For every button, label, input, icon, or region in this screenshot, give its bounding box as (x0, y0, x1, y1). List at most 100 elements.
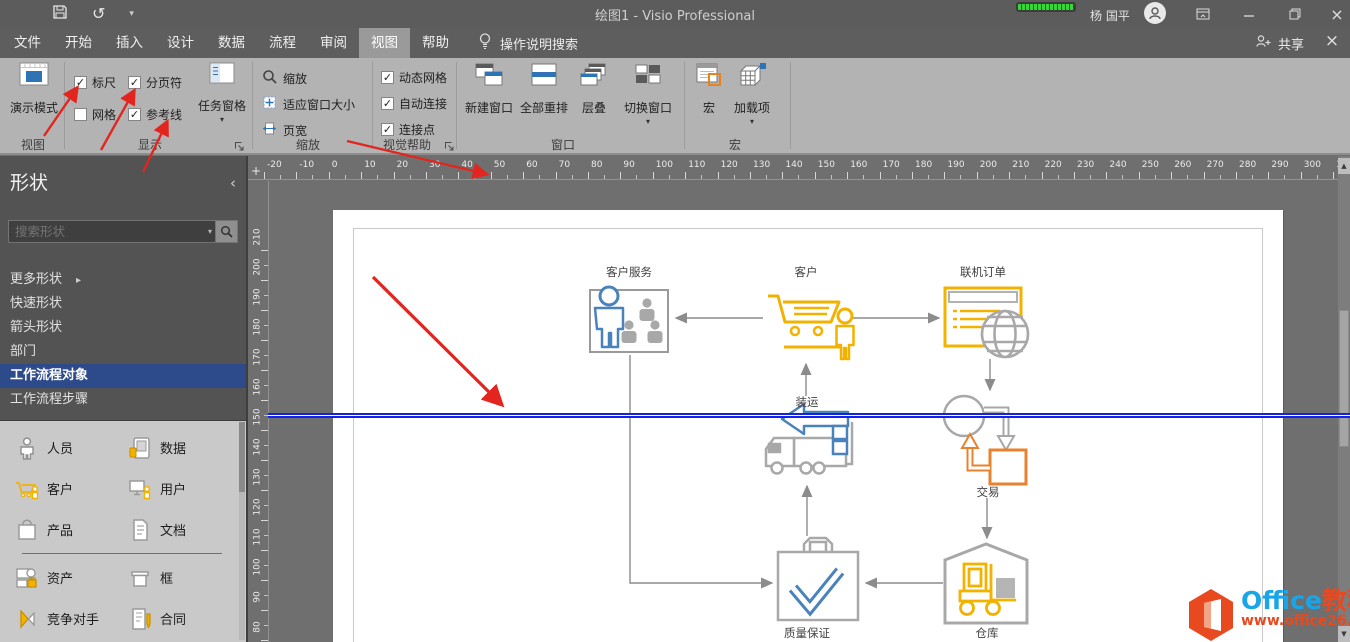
shape-item-合同[interactable]: 合同 (119, 598, 232, 639)
shape-item-数据[interactable]: 数据 (119, 427, 232, 468)
shape-item-资产[interactable]: 资产 (6, 557, 119, 598)
checkbox-box: ✓ (381, 123, 394, 136)
tab-帮助[interactable]: 帮助 (410, 28, 461, 58)
battery-indicator (1016, 2, 1076, 12)
fit-to-window-button[interactable]: 适应窗口大小 (262, 95, 355, 113)
node-customer[interactable]: 客户 (768, 265, 854, 359)
shape-item-label: 文档 (160, 520, 186, 539)
node-label: 仓库 (976, 626, 999, 640)
shape-item-用户[interactable]: 用户 (119, 468, 232, 509)
addins-button[interactable]: 加载项 ▾ (728, 62, 776, 126)
stencil-category-部门[interactable]: 部门 (0, 340, 246, 364)
tab-审阅[interactable]: 审阅 (308, 28, 359, 58)
shape-item-人员[interactable]: 人员 (6, 427, 119, 468)
grid-checkbox[interactable]: 网格 (74, 106, 116, 123)
tell-me-search[interactable]: 操作说明搜索 (478, 28, 578, 58)
chevron-down-icon: ▾ (646, 117, 650, 126)
watermark-text: Office教程网 www.office26.com (1241, 588, 1350, 629)
node-customer-service[interactable]: 客户服务 (590, 265, 668, 352)
node-online-order[interactable]: 联机订单 (945, 265, 1028, 357)
cascade-button[interactable]: 层叠 (572, 62, 616, 116)
new-window-button[interactable]: 新建窗口 (462, 62, 516, 116)
share-button[interactable]: 共享 (1255, 28, 1304, 58)
search-icon (220, 225, 233, 238)
visio-window: ↺ ▾ 绘图1 - Visio Professional 杨 国平 × 文件开始… (0, 0, 1350, 642)
switch-windows-button[interactable]: 切换窗口 ▾ (620, 62, 676, 126)
tab-设计[interactable]: 设计 (155, 28, 206, 58)
tab-插入[interactable]: 插入 (104, 28, 155, 58)
shape-item-框[interactable]: 框 (119, 557, 232, 598)
node-transaction[interactable]: 交易 (944, 396, 1026, 499)
chevron-down-icon[interactable]: ▾ (208, 227, 212, 236)
menubar: 文件开始插入设计数据流程审阅视图帮助 操作说明搜索 共享 × (0, 28, 1350, 58)
stencil-category-箭头形状[interactable]: 箭头形状 (0, 316, 246, 340)
stencil-category-更多形状[interactable]: 更多形状▸ (0, 268, 246, 292)
dynamic-grid-checkbox[interactable]: ✓动态网格 (381, 69, 447, 86)
arrange-all-button[interactable]: 全部重排 (516, 62, 572, 116)
shape-item-文档[interactable]: 文档 (119, 509, 232, 550)
node-label: 交易 (977, 485, 1000, 499)
shape-search-input[interactable] (8, 220, 216, 243)
person-icon (14, 436, 40, 460)
tab-开始[interactable]: 开始 (53, 28, 104, 58)
checkbox-box: ✓ (74, 76, 87, 89)
macros-button[interactable]: 宏 (692, 62, 726, 116)
shape-item-产品[interactable]: 产品 (6, 509, 119, 550)
watermark-url: www.office26.com (1241, 614, 1350, 629)
checkbox-box: ✓ (381, 97, 394, 110)
tell-me-label: 操作说明搜索 (500, 34, 578, 53)
shape-item-竞争对手[interactable]: 竞争对手 (6, 598, 119, 639)
guides-checkbox[interactable]: ✓参考线 (128, 106, 182, 123)
autoconnect-checkbox[interactable]: ✓自动连接 (381, 95, 447, 112)
drawing-canvas[interactable]: +-20-10010203040506070809010011012013014… (248, 156, 1350, 642)
minimize-button[interactable] (1232, 3, 1266, 25)
tab-视图[interactable]: 视图 (359, 28, 410, 58)
watermark-brand-blue: Office (1241, 586, 1322, 615)
diagram-layer: 客户服务 客户 (248, 156, 1350, 642)
shape-item-客户[interactable]: 客户 (6, 468, 119, 509)
horizontal-guide-line[interactable] (268, 413, 1350, 418)
page-breaks-checkbox[interactable]: ✓分页符 (128, 74, 182, 91)
stencil-category-list: 更多形状▸快速形状箭头形状部门工作流程对象工作流程步骤 (0, 268, 246, 412)
show-dialog-launcher-icon[interactable] (234, 137, 246, 149)
node-label: 装运 (796, 395, 819, 409)
ribbon-display-options-button[interactable] (1186, 3, 1220, 25)
close-button[interactable]: × (1320, 3, 1350, 25)
maximize-button[interactable] (1278, 3, 1312, 25)
node-quality-assurance[interactable]: 质量保证 (778, 538, 858, 640)
cascade-icon (579, 62, 609, 91)
shape-list: 人员数据客户用户产品 文档资产框竞争对手 合同 (0, 420, 246, 642)
addins-icon (737, 62, 767, 91)
node-label: 联机订单 (960, 265, 1006, 279)
tab-流程[interactable]: 流程 (257, 28, 308, 58)
stencil-category-工作流程步骤[interactable]: 工作流程步骤 (0, 388, 246, 412)
user-computer-icon (127, 477, 153, 501)
zoom-button[interactable]: 缩放 (262, 69, 307, 87)
node-warehouse[interactable]: 仓库 (945, 544, 1027, 640)
titlebar: ↺ ▾ 绘图1 - Visio Professional 杨 国平 × (0, 0, 1350, 28)
shape-item-label: 合同 (160, 609, 186, 628)
stencil-category-快速形状[interactable]: 快速形状 (0, 292, 246, 316)
ribbon-tabs: 文件开始插入设计数据流程审阅视图帮助 (2, 28, 461, 58)
product-bag-icon (14, 518, 40, 542)
collapse-panel-icon[interactable]: ‹ (230, 174, 236, 192)
task-panes-button[interactable]: 任务窗格 ▾ (196, 62, 248, 124)
visual-aids-dialog-launcher-icon[interactable] (444, 137, 456, 149)
connector-service-to-quality[interactable] (630, 355, 772, 583)
shape-grid: 人员数据客户用户产品 文档资产框竞争对手 合同 (0, 421, 246, 639)
arrange-all-icon (529, 62, 559, 91)
ruler-checkbox[interactable]: ✓标尺 (74, 74, 116, 91)
stencil-category-工作流程对象[interactable]: 工作流程对象 (0, 364, 246, 388)
close-ribbon-icon[interactable]: × (1320, 31, 1344, 51)
search-button[interactable] (216, 220, 238, 243)
panel-scrollbar-thumb[interactable] (239, 422, 245, 492)
customer-cart-icon (14, 477, 40, 501)
presentation-mode-icon (19, 62, 49, 91)
tab-文件[interactable]: 文件 (2, 28, 53, 58)
avatar[interactable] (1144, 2, 1166, 24)
tab-数据[interactable]: 数据 (206, 28, 257, 58)
node-shipping[interactable]: 装运 (766, 395, 852, 474)
office-logo-icon (1185, 588, 1237, 642)
presentation-mode-button[interactable]: 演示模式 (8, 62, 60, 116)
group-label-window: 窗口 (528, 136, 598, 153)
